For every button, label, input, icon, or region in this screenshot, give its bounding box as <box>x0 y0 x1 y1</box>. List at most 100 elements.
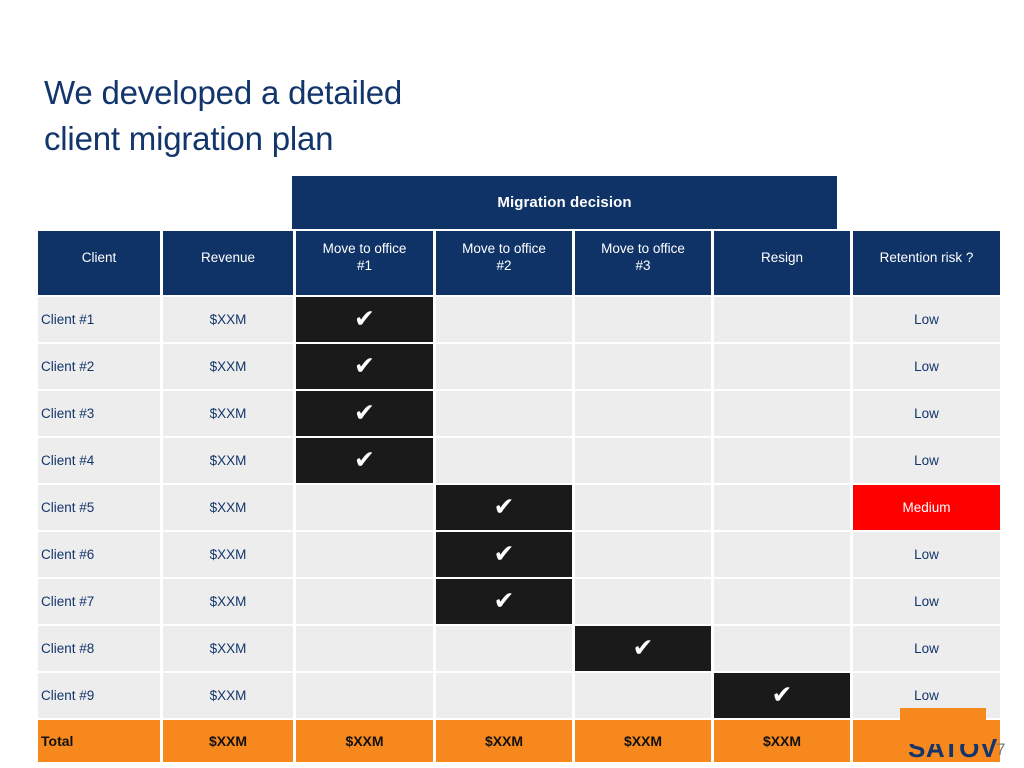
cell-retention-risk: Low <box>853 344 1000 389</box>
cell-office3-checked: ✔ <box>575 626 711 671</box>
cell-resign-empty <box>714 391 850 436</box>
total-office2: $XXM <box>436 720 572 762</box>
cell-resign-empty <box>714 297 850 342</box>
table-row: Client #1 $XXM ✔ Low <box>38 297 1000 342</box>
check-icon: ✔ <box>493 586 515 615</box>
column-header-retention-risk: Retention risk ? <box>853 231 1000 295</box>
slide: We developed a detailed client migration… <box>0 0 1024 768</box>
column-header-office3-label: Move to office #3 <box>601 240 685 274</box>
total-resign: $XXM <box>714 720 850 762</box>
column-header-resign: Resign <box>714 231 850 295</box>
group-header-migration-decision: Migration decision <box>292 176 837 229</box>
cell-office2-checked: ✔ <box>436 485 572 530</box>
table-header-row: Client Revenue Move to office #1 Move to… <box>38 231 1000 295</box>
table-row: Client #7 $XXM ✔ Low <box>38 579 1000 624</box>
cell-resign-empty <box>714 532 850 577</box>
table-total-row: Total $XXM $XXM $XXM $XXM $XXM <box>38 720 1000 762</box>
cell-retention-risk: Low <box>853 297 1000 342</box>
cell-retention-risk: Low <box>853 391 1000 436</box>
cell-office2-empty <box>436 297 572 342</box>
column-header-revenue-label: Revenue <box>200 249 256 265</box>
cell-revenue: $XXM <box>163 344 293 389</box>
cell-resign-empty <box>714 626 850 671</box>
cell-office3-empty <box>575 673 711 718</box>
cell-resign-empty <box>714 438 850 483</box>
table-row: Client #8 $XXM ✔ Low <box>38 626 1000 671</box>
cell-resign-empty <box>714 344 850 389</box>
cell-retention-risk: Low <box>853 626 1000 671</box>
cell-client: Client #9 <box>38 673 160 718</box>
column-header-client: Client <box>38 231 160 295</box>
total-office1: $XXM <box>296 720 433 762</box>
cell-office3-empty <box>575 391 711 436</box>
cell-office2-checked: ✔ <box>436 579 572 624</box>
page-number: 7 <box>996 740 1006 759</box>
column-header-retention-risk-label: Retention risk ? <box>879 249 974 265</box>
page-title: We developed a detailed client migration… <box>44 70 684 162</box>
cell-revenue: $XXM <box>163 673 293 718</box>
cell-office3-empty <box>575 344 711 389</box>
table-row: Client #3 $XXM ✔ Low <box>38 391 1000 436</box>
cell-client: Client #6 <box>38 532 160 577</box>
total-label: Total <box>38 720 160 762</box>
column-header-office2: Move to office #2 <box>436 231 572 295</box>
group-header-tail-spacer <box>837 176 985 229</box>
cell-revenue: $XXM <box>163 626 293 671</box>
cell-office1-empty <box>296 532 433 577</box>
column-header-revenue: Revenue <box>163 231 293 295</box>
table-row: Client #9 $XXM ✔ Low <box>38 673 1000 718</box>
cell-office1-empty <box>296 673 433 718</box>
cell-office3-empty <box>575 579 711 624</box>
check-icon: ✔ <box>354 398 375 427</box>
table-body: Client #1 $XXM ✔ Low Client #2 $XXM ✔ Low Client… <box>38 297 1000 718</box>
table-row: Client #4 $XXM ✔ Low <box>38 438 1000 483</box>
total-office3: $XXM <box>575 720 711 762</box>
check-icon: ✔ <box>354 445 375 474</box>
column-header-office3-line1: Move to office <box>601 241 685 256</box>
migration-plan-table: Migration decision Client Revenue Move t… <box>38 176 1000 762</box>
cell-revenue: $XXM <box>163 485 293 530</box>
page-title-line-2: client migration plan <box>44 120 334 157</box>
table-group-header-row: Migration decision <box>38 176 985 229</box>
check-icon: ✔ <box>493 492 515 521</box>
cell-client: Client #3 <box>38 391 160 436</box>
column-header-office1: Move to office #1 <box>296 231 433 295</box>
cell-client: Client #8 <box>38 626 160 671</box>
cell-retention-risk: Low <box>853 438 1000 483</box>
check-icon: ✔ <box>493 539 515 568</box>
cell-resign-checked: ✔ <box>714 673 850 718</box>
table-row: Client #2 $XXM ✔ Low <box>38 344 1000 389</box>
cell-revenue: $XXM <box>163 297 293 342</box>
cell-revenue: $XXM <box>163 438 293 483</box>
cell-revenue: $XXM <box>163 579 293 624</box>
column-header-office1-line1: Move to office <box>322 241 407 256</box>
cell-office3-empty <box>575 532 711 577</box>
column-header-office1-line2: #1 <box>356 258 372 273</box>
cell-revenue: $XXM <box>163 391 293 436</box>
cell-retention-risk: Medium <box>853 485 1000 530</box>
column-header-office1-label: Move to office #1 <box>323 240 407 274</box>
check-icon: ✔ <box>771 680 793 709</box>
cell-revenue: $XXM <box>163 532 293 577</box>
cell-office1-checked: ✔ <box>296 391 433 436</box>
check-icon: ✔ <box>354 351 375 380</box>
cell-office1-checked: ✔ <box>296 438 433 483</box>
cell-office3-empty <box>575 297 711 342</box>
column-header-office3: Move to office #3 <box>575 231 711 295</box>
group-header-spacer <box>38 176 292 229</box>
logo-overlap-mask <box>900 708 986 744</box>
cell-office2-empty <box>436 626 572 671</box>
cell-office1-empty <box>296 485 433 530</box>
cell-office2-empty <box>436 391 572 436</box>
cell-office1-empty <box>296 579 433 624</box>
cell-office2-empty <box>436 673 572 718</box>
column-header-office2-label: Move to office #2 <box>462 240 546 274</box>
table-row: Client #5 $XXM ✔ Medium <box>38 485 1000 530</box>
cell-office3-empty <box>575 438 711 483</box>
column-header-office2-line1: Move to office <box>462 241 546 256</box>
cell-office1-checked: ✔ <box>296 297 433 342</box>
cell-retention-risk: Low <box>853 532 1000 577</box>
cell-client: Client #7 <box>38 579 160 624</box>
cell-resign-empty <box>714 579 850 624</box>
cell-office3-empty <box>575 485 711 530</box>
